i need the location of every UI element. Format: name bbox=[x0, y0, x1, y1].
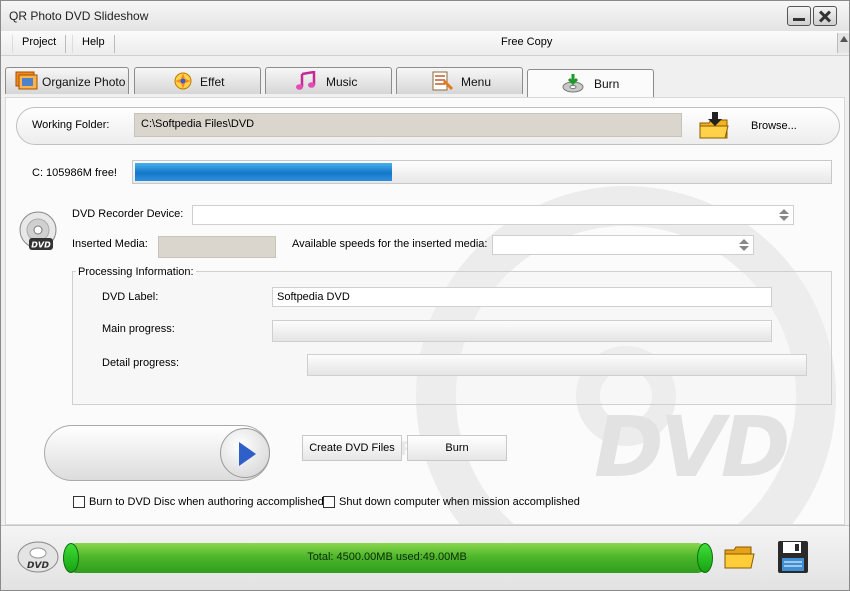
browse-button[interactable]: Browse... bbox=[751, 120, 797, 132]
close-button[interactable] bbox=[813, 6, 837, 26]
dvd-watermark: DVD bbox=[594, 398, 790, 496]
available-speeds-label: Available speeds for the inserted media: bbox=[292, 238, 488, 250]
tab-label: Organize Photo bbox=[42, 75, 126, 89]
main-progress-bar bbox=[272, 320, 772, 342]
tab-label: Music bbox=[326, 75, 358, 89]
dvd-disc-icon: DVD bbox=[17, 541, 59, 573]
title-bar: QR Photo DVD Slideshow bbox=[1, 1, 849, 31]
spin-arrows-icon[interactable] bbox=[737, 238, 751, 252]
create-dvd-files-button[interactable]: Create DVD Files bbox=[302, 435, 402, 461]
dvd-device-icon: DVD bbox=[19, 211, 57, 250]
processing-info-legend: Processing Information: bbox=[76, 266, 196, 278]
disk-space-bar bbox=[132, 160, 832, 184]
tab-label: Menu bbox=[461, 75, 492, 89]
edition-label: Free Copy bbox=[501, 36, 553, 48]
browse-folder-icon[interactable] bbox=[697, 111, 731, 141]
chevron-up-icon bbox=[840, 36, 848, 42]
recorder-device-select[interactable] bbox=[192, 205, 794, 225]
free-space-label: C: 105986M free! bbox=[32, 167, 117, 179]
menu-list-icon bbox=[432, 71, 454, 91]
inserted-media-value bbox=[158, 236, 276, 258]
spin-arrows-icon[interactable] bbox=[777, 208, 791, 222]
capacity-text: Total: 4500.00MB used:49.00MB bbox=[307, 551, 467, 563]
detail-progress-label: Detail progress: bbox=[102, 357, 180, 369]
burn-panel: DVD SOFTPEDIA Working Folder: C:\Softped… bbox=[5, 97, 845, 525]
tab-strip: Organize Photo Effet Music Menu Burn bbox=[1, 59, 849, 97]
dvd-label-input[interactable]: Softpedia DVD bbox=[272, 287, 772, 307]
working-folder-label: Working Folder: bbox=[32, 119, 110, 131]
minimize-button[interactable] bbox=[787, 6, 811, 26]
window-title: QR Photo DVD Slideshow bbox=[9, 9, 149, 23]
tab-label: Burn bbox=[594, 77, 620, 91]
disk-space-fill bbox=[135, 163, 392, 181]
music-note-icon bbox=[296, 71, 316, 90]
tab-burn[interactable]: Burn bbox=[527, 69, 654, 97]
app-window: QR Photo DVD Slideshow Project Help Free… bbox=[0, 0, 850, 591]
menu-help[interactable]: Help bbox=[72, 35, 115, 53]
inserted-media-label: Inserted Media: bbox=[72, 238, 148, 250]
tab-organize-photo[interactable]: Organize Photo bbox=[5, 67, 129, 94]
play-icon bbox=[239, 442, 256, 466]
menu-project[interactable]: Project bbox=[12, 35, 67, 53]
svg-text:DVD: DVD bbox=[31, 241, 51, 250]
open-folder-icon[interactable] bbox=[723, 541, 755, 573]
working-folder-path[interactable]: C:\Softpedia Files\DVD bbox=[134, 113, 682, 137]
burn-button[interactable]: Burn bbox=[407, 435, 507, 461]
menu-bar: Project Help Free Copy bbox=[1, 31, 849, 56]
recorder-device-label: DVD Recorder Device: bbox=[72, 208, 184, 220]
dvd-label-label: DVD Label: bbox=[102, 291, 159, 303]
svg-text:DVD: DVD bbox=[27, 561, 49, 571]
save-icon[interactable] bbox=[777, 540, 809, 574]
organize-photo-icon bbox=[15, 71, 38, 90]
menu-scroll-up-button[interactable] bbox=[837, 33, 849, 53]
minimize-icon bbox=[793, 18, 805, 21]
capacity-bar-area: DVD Total: 4500.00MB used:49.00MB bbox=[1, 525, 849, 590]
burn-disc-icon bbox=[562, 74, 584, 93]
effect-icon bbox=[174, 72, 192, 90]
tab-label: Effet bbox=[200, 75, 225, 89]
start-button[interactable] bbox=[220, 428, 270, 478]
tab-menu[interactable]: Menu bbox=[396, 67, 523, 94]
working-folder-panel: Working Folder: C:\Softpedia Files\DVD B… bbox=[16, 107, 840, 145]
main-progress-label: Main progress: bbox=[102, 323, 175, 335]
tab-music[interactable]: Music bbox=[265, 67, 392, 94]
available-speeds-select[interactable] bbox=[492, 235, 754, 255]
tab-effect[interactable]: Effet bbox=[134, 67, 261, 94]
detail-progress-bar bbox=[307, 354, 807, 376]
